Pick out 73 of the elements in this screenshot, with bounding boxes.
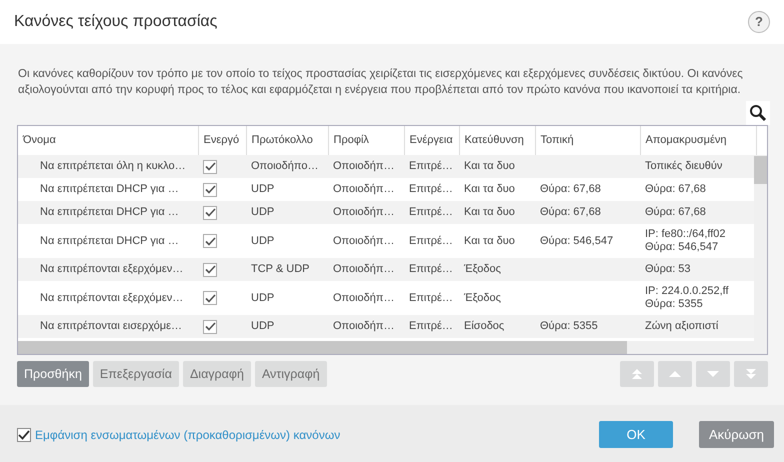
table-cell: Και τα δυο [459, 224, 535, 258]
table-cell: TCP & UDP [246, 258, 328, 281]
column-header[interactable]: Όνομα [18, 126, 198, 155]
table-cell: Οποιοδήπ… [328, 281, 404, 315]
checkbox[interactable] [203, 160, 217, 174]
checkbox[interactable] [203, 234, 217, 248]
table-cell: Οποιοδήπ… [328, 315, 404, 338]
table-cell: Και τα δυο [459, 178, 535, 201]
help-button[interactable]: ? [748, 11, 770, 33]
column-header[interactable]: Προφίλ [328, 126, 404, 155]
table-cell: Επιτρέ… [404, 224, 459, 258]
table-cell: Θύρα: 67,68 [535, 178, 640, 201]
column-header[interactable]: Πρωτόκολλο [246, 126, 328, 155]
table-cell: Τοπικές διευθύν [640, 155, 756, 178]
table-cell: UDP [246, 281, 328, 315]
search-button[interactable] [746, 101, 770, 125]
table-cell: Επιτρέ… [404, 315, 459, 338]
vertical-scrollbar[interactable] [754, 155, 767, 341]
double-down-arrow-icon [744, 368, 758, 380]
table-cell: Και τα δυο [459, 155, 535, 178]
checkbox[interactable] [203, 320, 217, 334]
table-cell: Επιτρέ… [404, 155, 459, 178]
column-header[interactable]: Ενεργό [198, 126, 246, 155]
column-header[interactable]: Τοπική [535, 126, 640, 155]
checkbox[interactable] [203, 182, 217, 196]
table-cell: IP: 224.0.0.252,ff Θύρα: 5355 [640, 281, 756, 315]
checkbox[interactable] [203, 262, 217, 276]
table-cell: Και τα δυο [459, 201, 535, 224]
table-cell: Να επιτρέπεται DHCP για … [18, 224, 198, 258]
up-arrow-icon [668, 368, 682, 380]
column-header[interactable]: Απομακρυσμένη [640, 126, 756, 155]
table-cell: Να επιτρέπεται DHCP για … [18, 201, 198, 224]
horizontal-scrollbar[interactable] [18, 341, 767, 354]
table-cell: Έξοδος [459, 258, 535, 281]
down-arrow-icon [706, 368, 720, 380]
table-cell: Θύρα: 67,68 [535, 201, 640, 224]
table-cell: Θύρα: 5355 [535, 315, 640, 338]
table-cell: Οποιοδήπ… [328, 155, 404, 178]
table-cell: Θύρα: 546,547 [535, 224, 640, 258]
description-text: Οι κανόνες καθορίζουν τον τρόπο με τον οποίο το τείχος προστασίας χειρίζεται τις εισερχόμενες και εξερχόμενες συνδέσεις δικτύου. Οι κανόνες αξιολογούνται από την κορυφή προς το τέλος και εφαρμόζεται η ενέργεια που προβλέπεται από τον πρώτο κανόνα που ικανοποιεί τα κριτήρια. [18, 67, 744, 98]
table-cell: UDP [246, 224, 328, 258]
table-cell: Να επιτρέπονται εισερχόμε… [18, 315, 198, 338]
table-cell: UDP [246, 315, 328, 338]
window-title: Κανόνες τείχους προστασίας [14, 12, 218, 32]
table-cell: Οποιοδήπ… [328, 258, 404, 281]
table-cell: Οποιοδήπ… [328, 224, 404, 258]
table-cell: Επιτρέ… [404, 178, 459, 201]
checkbox[interactable] [203, 291, 217, 305]
table-cell: Επιτρέ… [404, 281, 459, 315]
table-cell: Οποιοδήπ… [328, 178, 404, 201]
table-cell: Να επιτρέπεται όλη η κυκλο… [18, 155, 198, 178]
column-header[interactable]: Ενέργεια [404, 126, 459, 155]
table-cell: UDP [246, 201, 328, 224]
table-cell: Θύρα: 67,68 [640, 201, 756, 224]
table-cell: Οποιοδήπο… [246, 155, 328, 178]
table-cell: Είσοδος [459, 315, 535, 338]
table-cell: Θύρα: 67,68 [640, 178, 756, 201]
table-cell: Ζώνη αξιοπιστί [640, 315, 756, 338]
table-cell: Έξοδος [459, 281, 535, 315]
table-cell: IP: fe80::/64,ff02 Θύρα: 546,547 [640, 224, 756, 258]
table-cell: Να επιτρέπονται εξερχόμεν… [18, 258, 198, 281]
table-cell: Οποιοδήπ… [328, 201, 404, 224]
double-up-arrow-icon [630, 368, 644, 380]
table-cell: Επιτρέ… [404, 258, 459, 281]
table-cell: Επιτρέ… [404, 201, 459, 224]
table-cell: UDP [246, 178, 328, 201]
table-cell: Να επιτρέπονται εξερχόμεν… [18, 281, 198, 315]
checkbox[interactable] [17, 428, 31, 442]
table-cell: Να επιτρέπεται DHCP για … [18, 178, 198, 201]
column-header[interactable]: Κατεύθυνση [459, 126, 535, 155]
search-icon [749, 104, 767, 122]
checkbox[interactable] [203, 206, 217, 220]
table-cell: Θύρα: 53 [640, 258, 756, 281]
